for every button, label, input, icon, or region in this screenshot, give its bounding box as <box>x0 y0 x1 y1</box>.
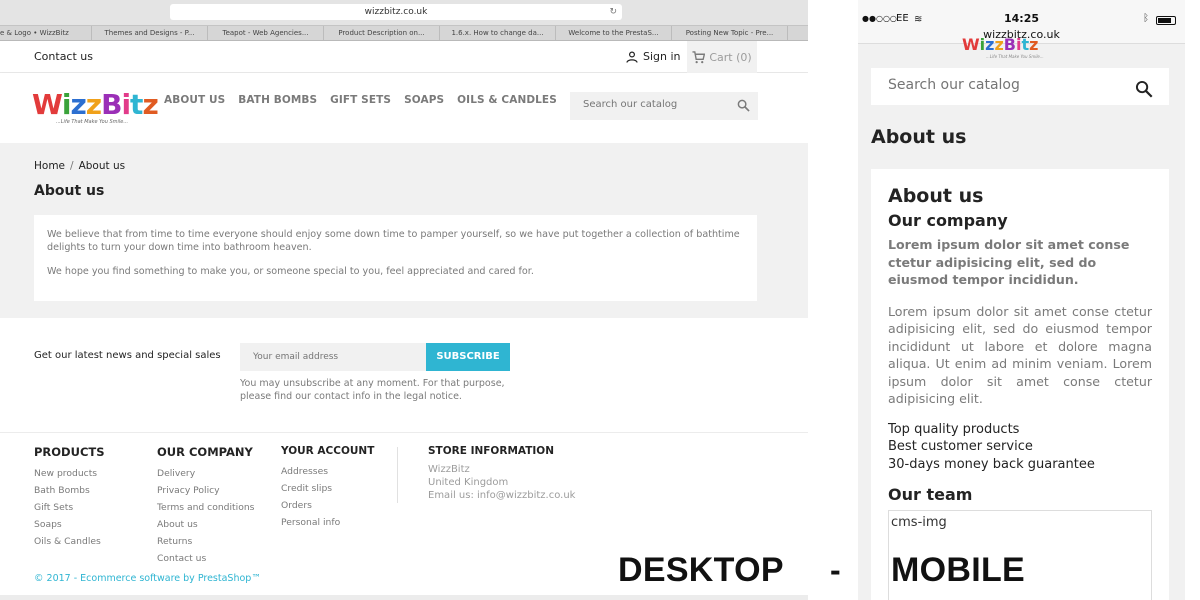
mobile-caption: MOBILE <box>891 551 1026 589</box>
bottom-divider <box>0 595 808 600</box>
mobile-cms-card: About us Our company Lorem ipsum dolor s… <box>871 169 1169 600</box>
footer-link[interactable]: About us <box>157 516 254 533</box>
mobile-search-box <box>871 68 1169 105</box>
footer-link[interactable]: Personal info <box>281 514 374 531</box>
cms-content-card: We believe that from time to time everyo… <box>34 215 757 301</box>
breadcrumb: Home / About us <box>34 160 125 172</box>
footer-link[interactable]: Bath Bombs <box>34 482 105 499</box>
user-icon <box>626 50 638 63</box>
footer-link[interactable]: Returns <box>157 533 254 550</box>
mobile-search-input[interactable] <box>888 77 1128 93</box>
browser-tab[interactable]: e & Logo • WizzBitz <box>0 26 92 40</box>
breadcrumb-current[interactable]: About us <box>79 160 126 172</box>
top-nav: Contact us Sign in Cart (0) <box>0 41 808 73</box>
sign-in-link[interactable]: Sign in <box>626 50 681 63</box>
cms-lead-text: Lorem ipsum dolor sit amet conse ctetur … <box>888 237 1130 287</box>
contact-us-link[interactable]: Contact us <box>34 50 93 63</box>
caption-separator: - <box>830 552 841 588</box>
newsletter-block: Get our latest news and special sales SU… <box>0 318 808 433</box>
bluetooth-icon: ᛒ <box>1143 13 1149 24</box>
browser-tabs: e & Logo • WizzBitz Themes and Designs -… <box>0 25 808 41</box>
browser-tab[interactable]: Product Description on... <box>324 26 440 40</box>
store-name: WizzBitz <box>428 464 470 475</box>
search-box <box>570 92 758 120</box>
reload-icon[interactable]: ↻ <box>609 4 617 20</box>
status-time: 14:25 <box>1003 12 1039 25</box>
address-bar-url: wizzbitz.co.uk <box>364 7 428 17</box>
menu-item-gift-sets[interactable]: GIFT SETS <box>330 94 391 106</box>
browser-tab[interactable]: Themes and Designs - P... <box>92 26 208 40</box>
sign-in-label: Sign in <box>643 50 681 63</box>
footer-link[interactable]: Soaps <box>34 516 105 533</box>
footer-heading: OUR COMPANY <box>157 445 253 459</box>
cms-heading: About us <box>888 185 984 207</box>
desktop-view: wizzbitz.co.uk ↻ e & Logo • WizzBitz The… <box>0 0 808 600</box>
newsletter-label: Get our latest news and special sales <box>34 350 221 361</box>
logo-wordmark: WizzBitz <box>32 88 159 121</box>
search-input[interactable] <box>583 99 733 110</box>
team-heading: Our team <box>888 485 973 504</box>
footer-heading: STORE INFORMATION <box>428 445 554 457</box>
store-information: STORE INFORMATION WizzBitz United Kingdo… <box>428 445 575 502</box>
copyright-link[interactable]: © 2017 - Ecommerce software by PrestaSho… <box>34 573 261 584</box>
browser-tab[interactable]: Welcome to the PrestaS... <box>556 26 672 40</box>
menu-item-soaps[interactable]: SOAPS <box>404 94 444 106</box>
search-icon[interactable] <box>1135 80 1153 98</box>
menu-item-about-us[interactable]: ABOUT US <box>164 94 225 106</box>
site-logo[interactable]: WizzBitz ...Life That Make You Smile... <box>32 88 159 135</box>
breadcrumb-separator: / <box>70 160 74 172</box>
main-menu: ABOUT US BATH BOMBS GIFT SETS SOAPS OILS… <box>164 94 570 106</box>
footer-link[interactable]: Privacy Policy <box>157 482 254 499</box>
footer-account: YOUR ACCOUNT Addresses Credit slips Orde… <box>281 445 374 531</box>
footer-link[interactable]: Contact us <box>157 550 254 567</box>
footer-link[interactable]: Gift Sets <box>34 499 105 516</box>
footer-products: PRODUCTS New products Bath Bombs Gift Se… <box>34 445 105 550</box>
mobile-logo[interactable]: WizzBitz <box>962 37 1038 51</box>
mobile-logo-tagline: ...Life That Make You Smile... <box>986 54 1044 59</box>
footer-link[interactable]: Credit slips <box>281 480 374 497</box>
store-email[interactable]: Email us: info@wizzbitz.co.uk <box>428 489 575 502</box>
address-bar[interactable]: wizzbitz.co.uk ↻ <box>170 4 622 20</box>
cms-body-text: Lorem ipsum dolor sit amet conse ctetur … <box>888 303 1152 407</box>
main-content: Home / About us About us We believe that f… <box>0 143 808 318</box>
mobile-view: ●●○○○ EE ≋ 14:25 ᛒ wizzbitz.co.uk WizzBi… <box>858 0 1185 600</box>
cms-subheading: Our company <box>888 211 1008 230</box>
newsletter-note: You may unsubscribe at any moment. For t… <box>240 378 505 402</box>
page-title: About us <box>34 183 105 199</box>
browser-tab[interactable]: Teapot - Web Agencies... <box>208 26 324 40</box>
footer-link[interactable]: Orders <box>281 497 374 514</box>
footer-heading[interactable]: YOUR ACCOUNT <box>281 445 374 457</box>
menu-item-oils-candles[interactable]: OILS & CANDLES <box>457 94 557 106</box>
search-icon[interactable] <box>737 99 750 112</box>
content-paragraph: We hope you find something to make you, … <box>47 266 534 277</box>
cart-label: Cart (0) <box>709 50 752 64</box>
battery-icon <box>1156 16 1176 25</box>
menu-item-bath-bombs[interactable]: BATH BOMBS <box>238 94 317 106</box>
footer-link[interactable]: Delivery <box>157 465 254 482</box>
content-paragraph: We believe that from time to time everyo… <box>47 229 740 253</box>
feature-item: Top quality products <box>888 421 1020 437</box>
header: WizzBitz ...Life That Make You Smile... … <box>0 73 808 143</box>
footer-company: OUR COMPANY Delivery Privacy Policy Term… <box>157 445 254 567</box>
shopping-cart-icon <box>692 50 706 63</box>
footer-heading: PRODUCTS <box>34 445 105 459</box>
footer-link[interactable]: Oils & Candles <box>34 533 105 550</box>
browser-tab[interactable]: 1.6.x. How to change da... <box>440 26 556 40</box>
feature-item: Best customer service <box>888 439 1033 454</box>
feature-item: 30-days money back guarantee <box>888 456 1095 472</box>
breadcrumb-home[interactable]: Home <box>34 160 65 172</box>
footer-divider <box>397 447 398 503</box>
newsletter-email-input[interactable] <box>240 343 426 371</box>
footer-link[interactable]: New products <box>34 465 105 482</box>
browser-tab[interactable]: Posting New Topic - Pre... <box>672 26 788 40</box>
cart-button[interactable]: Cart (0) <box>687 41 757 73</box>
footer-link[interactable]: Addresses <box>281 463 374 480</box>
footer-link[interactable]: Terms and conditions <box>157 499 254 516</box>
subscribe-button[interactable]: SUBSCRIBE <box>426 343 510 371</box>
browser-toolbar: wizzbitz.co.uk ↻ <box>0 0 808 25</box>
mobile-page-title: About us <box>871 126 967 148</box>
desktop-caption: DESKTOP <box>618 551 784 589</box>
store-country: United Kingdom <box>428 477 509 488</box>
